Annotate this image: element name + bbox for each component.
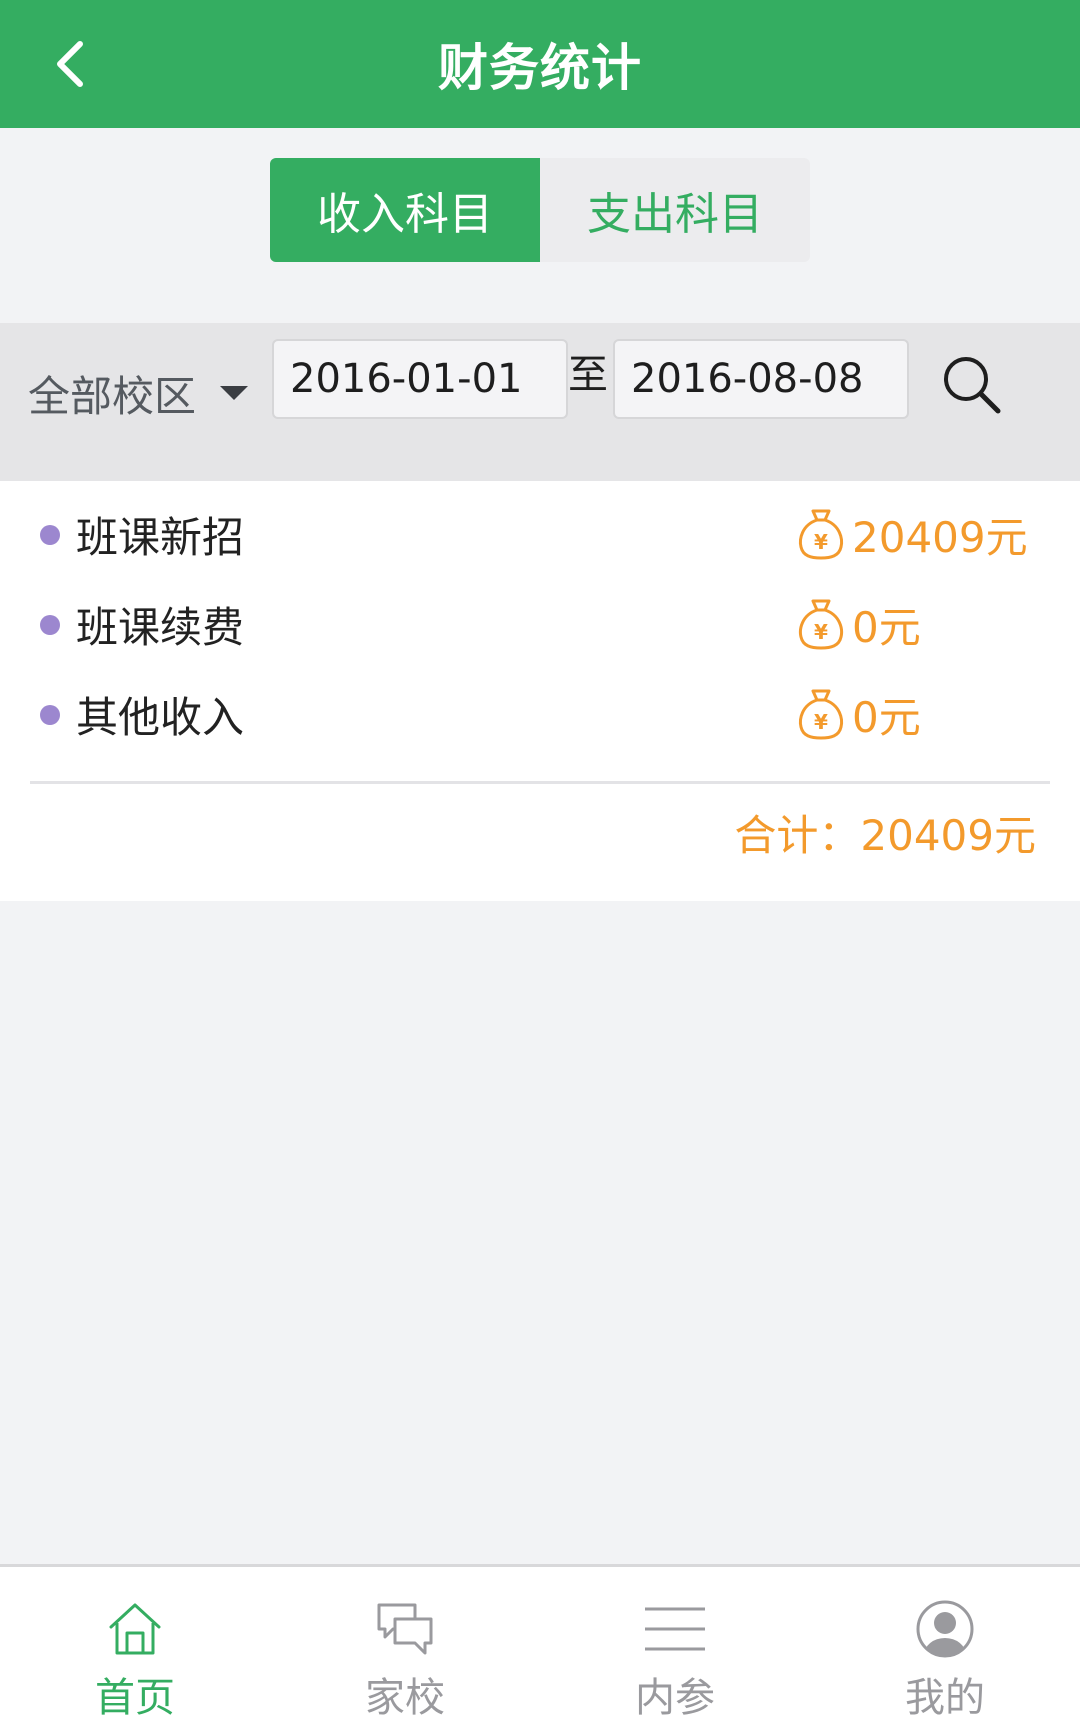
nav-home-school-label: 家校 — [365, 1675, 445, 1721]
divider — [30, 781, 1050, 784]
money-bag-icon: ¥ — [798, 509, 844, 560]
chat-icon — [377, 1603, 433, 1655]
nav-insider[interactable]: 内参 — [540, 1567, 810, 1734]
bullet-dot — [40, 615, 60, 635]
home-icon — [109, 1603, 161, 1655]
income-list: 班课新招 ¥ 20409元 班课续费 ¥ 0元 其他收入 ¥ 0元 合计：204… — [0, 481, 1080, 901]
nav-mine-label: 我的 — [905, 1675, 985, 1721]
item-amount: 0元 — [852, 692, 921, 742]
item-amount: 20409元 — [852, 512, 1028, 562]
total-amount: 合计：20409元 — [734, 810, 1036, 860]
menu-lines-icon — [645, 1607, 705, 1651]
tab-income[interactable]: 收入科目 — [270, 158, 540, 262]
tab-expense[interactable]: 支出科目 — [540, 158, 810, 262]
campus-select[interactable]: 全部校区 — [28, 353, 249, 433]
money-bag-icon: ¥ — [798, 689, 844, 740]
user-icon — [916, 1600, 974, 1658]
item-name: 其他收入 — [76, 692, 245, 742]
bullet-dot — [40, 525, 60, 545]
nav-home-school[interactable]: 家校 — [270, 1567, 540, 1734]
caret-down-icon — [220, 386, 249, 400]
list-item[interactable]: 班课新招 ¥ 20409元 — [0, 489, 1080, 579]
svg-text:¥: ¥ — [814, 530, 828, 554]
end-date-input[interactable] — [613, 339, 909, 419]
list-item[interactable]: 其他收入 ¥ 0元 — [0, 669, 1080, 759]
item-name: 班课续费 — [76, 602, 245, 652]
campus-select-label: 全部校区 — [28, 371, 197, 421]
filter-bar: 全部校区 至 — [0, 323, 1080, 481]
nav-home[interactable]: 首页 — [0, 1567, 270, 1734]
subject-tabs: 收入科目 支出科目 — [270, 158, 810, 262]
svg-text:¥: ¥ — [814, 710, 828, 734]
start-date-input[interactable] — [272, 339, 568, 419]
item-money: ¥ 20409元 — [796, 489, 1028, 579]
nav-mine[interactable]: 我的 — [810, 1567, 1080, 1734]
search-icon — [944, 357, 1001, 414]
list-item[interactable]: 班课续费 ¥ 0元 — [0, 579, 1080, 669]
item-amount: 0元 — [852, 602, 921, 652]
item-money: ¥ 0元 — [796, 669, 921, 759]
money-bag-icon: ¥ — [798, 599, 844, 650]
nav-home-label: 首页 — [95, 1675, 175, 1721]
item-money: ¥ 0元 — [796, 579, 921, 669]
item-name: 班课新招 — [76, 512, 245, 562]
page-title: 财务统计 — [438, 39, 642, 97]
svg-text:¥: ¥ — [814, 620, 828, 644]
app-header: 财务统计 — [0, 0, 1080, 128]
to-label: 至 — [568, 352, 608, 398]
nav-insider-label: 内参 — [635, 1675, 715, 1721]
search-button[interactable] — [938, 351, 1006, 419]
bullet-dot — [40, 705, 60, 725]
bottom-nav: 首页 家校 内参 我的 — [0, 1564, 1080, 1734]
